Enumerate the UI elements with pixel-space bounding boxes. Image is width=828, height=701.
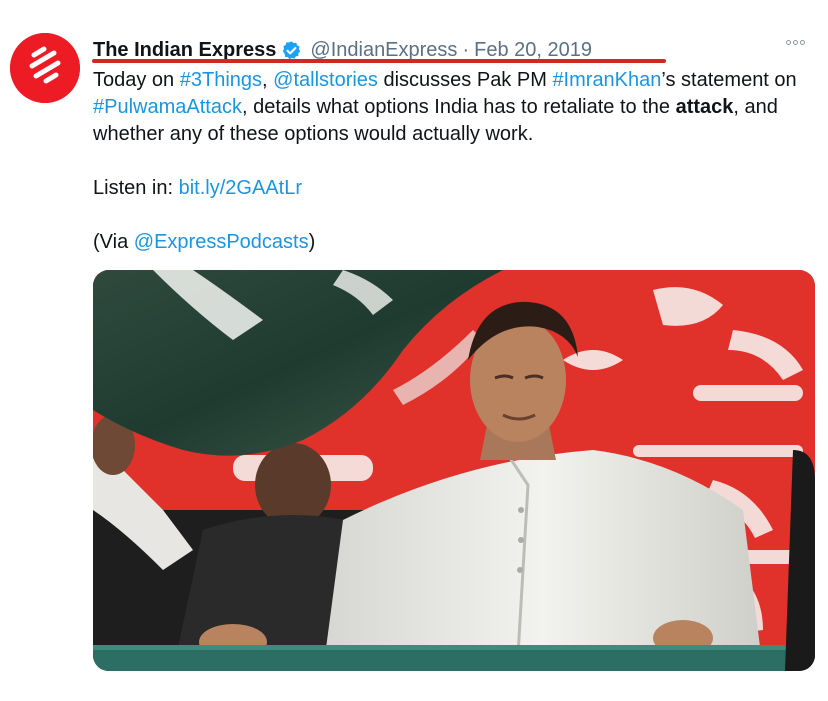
text-segment: discusses Pak PM bbox=[377, 69, 553, 91]
mention-expresspodcasts[interactable]: @ExpressPodcasts bbox=[134, 231, 309, 253]
text-segment: Today on bbox=[93, 69, 180, 91]
hashtag-3things[interactable]: #3Things bbox=[180, 69, 262, 91]
via-line: (Via @ExpressPodcasts) bbox=[93, 229, 818, 256]
mention-tallstories[interactable]: @tallstories bbox=[273, 69, 378, 91]
via-open: (Via bbox=[93, 231, 134, 253]
podcast-link[interactable]: bit.ly/2GAAtLr bbox=[179, 177, 302, 199]
text-segment: , details what options India has to reta… bbox=[241, 96, 676, 118]
indian-express-logo-icon bbox=[10, 33, 80, 103]
tweet: The Indian Express @IndianExpress · Feb … bbox=[0, 0, 828, 701]
hashtag-pulwamaattack[interactable]: #PulwamaAttack bbox=[93, 96, 242, 118]
verified-badge-icon bbox=[281, 40, 302, 61]
hashtag-imrankhan[interactable]: #ImranKhan bbox=[552, 69, 661, 91]
listen-line: Listen in: bit.ly/2GAAtLr bbox=[93, 175, 818, 202]
photo-illustration bbox=[93, 270, 815, 671]
red-underline-annotation bbox=[92, 59, 666, 63]
listen-label: Listen in: bbox=[93, 177, 179, 199]
tweet-text: Today on #3Things, @tallstories discusse… bbox=[93, 67, 818, 256]
tweet-paragraph: Today on #3Things, @tallstories discusse… bbox=[93, 67, 818, 148]
tweet-photo[interactable] bbox=[93, 270, 815, 671]
more-options-icon[interactable] bbox=[786, 40, 805, 45]
text-segment: ’s statement on bbox=[661, 69, 797, 91]
avatar[interactable] bbox=[10, 33, 80, 103]
bold-word-attack: attack bbox=[675, 96, 734, 118]
text-segment: , bbox=[262, 69, 274, 91]
via-close: ) bbox=[308, 231, 316, 253]
